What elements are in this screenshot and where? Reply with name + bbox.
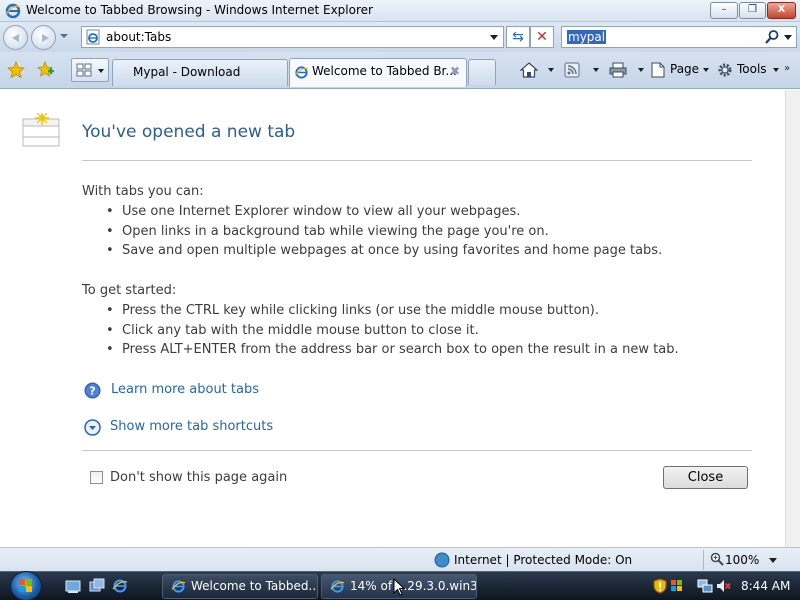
title-bar: Welcome to Tabbed Browsing - Windows Int… — [0, 0, 800, 22]
security-shield-icon[interactable] — [652, 578, 668, 594]
refresh-button[interactable]: ⇆ — [506, 26, 530, 48]
ie-icon — [171, 580, 186, 593]
taskbar-button-label: Welcome to Tabbed... — [191, 579, 318, 593]
minimize-button[interactable]: – — [710, 2, 738, 19]
status-bar: Internet | Protected Mode: On 100% — [0, 547, 800, 571]
address-dropdown-icon[interactable] — [490, 35, 498, 40]
print-icon[interactable] — [609, 62, 627, 78]
zoom-level[interactable]: 100% — [725, 553, 759, 567]
print-dropdown-icon[interactable] — [638, 68, 644, 72]
forward-button[interactable] — [31, 25, 56, 50]
windows-logo-icon — [19, 579, 32, 592]
globe-icon — [434, 552, 450, 568]
mouse-cursor-icon — [393, 578, 405, 596]
ie-logo-icon — [5, 3, 21, 19]
tab-list-dropdown-icon[interactable] — [98, 69, 104, 73]
feeds-icon[interactable] — [564, 62, 580, 78]
close-tab-icon[interactable]: ✖ — [450, 59, 460, 84]
favorites-star-icon[interactable] — [7, 61, 25, 79]
heading-divider — [82, 160, 752, 161]
ie-icon — [330, 580, 345, 593]
getting-started-list: Press the CTRL key while clicking links … — [106, 301, 679, 360]
tools-dropdown-icon[interactable] — [773, 68, 779, 72]
footer-divider — [82, 450, 752, 451]
vertical-scrollbar[interactable] — [785, 90, 800, 547]
tabs-features-list: Use one Internet Explorer window to view… — [106, 202, 662, 261]
more-commands-icon[interactable]: » — [784, 63, 790, 74]
getting-started-title: To get started: — [82, 283, 177, 298]
new-tab-icon — [22, 113, 60, 147]
network-icon[interactable] — [697, 578, 713, 594]
internet-explorer-icon[interactable] — [112, 578, 128, 594]
tab-bar: Mypal - Download Welcome to Tabbed Br...… — [0, 52, 800, 89]
page-dropdown-icon[interactable] — [703, 68, 709, 72]
tools-menu[interactable]: Tools — [737, 62, 767, 76]
search-icon[interactable] — [764, 29, 780, 45]
volume-muted-icon[interactable] — [715, 578, 731, 594]
close-window-button[interactable]: X — [767, 2, 796, 19]
search-options-dropdown-icon[interactable] — [784, 35, 792, 40]
tab-mypal-download[interactable]: Mypal - Download — [112, 59, 288, 86]
windows-security-icon[interactable] — [669, 578, 685, 594]
dont-show-checkbox[interactable] — [90, 471, 103, 484]
switch-windows-icon[interactable] — [89, 578, 105, 594]
quick-tabs-button[interactable] — [71, 58, 109, 82]
address-bar[interactable]: about:Tabs — [81, 26, 504, 48]
zoom-dropdown-icon[interactable] — [769, 558, 777, 563]
window-title: Welcome to Tabbed Browsing - Windows Int… — [26, 3, 373, 17]
ie-page-icon — [294, 66, 309, 79]
stop-button[interactable]: ✕ — [530, 26, 554, 48]
back-button[interactable] — [3, 25, 28, 50]
page-content: You've opened a new tab With tabs you ca… — [0, 90, 785, 547]
list-item: Click any tab with the middle mouse butt… — [106, 321, 679, 341]
recent-pages-dropdown[interactable] — [60, 34, 68, 38]
page-heading: You've opened a new tab — [82, 122, 296, 142]
page-menu[interactable]: Page — [670, 62, 699, 76]
address-input[interactable]: about:Tabs — [106, 30, 171, 44]
show-shortcuts-link[interactable]: Show more tab shortcuts — [110, 419, 273, 434]
feeds-dropdown-icon[interactable] — [593, 68, 599, 72]
tabs-features-title: With tabs you can: — [82, 184, 204, 199]
expand-chevron-icon[interactable] — [84, 419, 101, 436]
security-zone-text[interactable]: Internet | Protected Mode: On — [454, 553, 632, 567]
add-favorite-icon[interactable] — [37, 61, 55, 79]
list-item: Press the CTRL key while clicking links … — [106, 301, 679, 321]
navigation-bar: about:Tabs ⇆ ✕ mypal — [0, 22, 800, 52]
taskbar-ie-window[interactable]: Welcome to Tabbed... — [162, 574, 318, 599]
system-clock[interactable]: 8:44 AM — [741, 579, 790, 593]
show-desktop-icon[interactable] — [65, 578, 81, 594]
close-button[interactable]: Close — [663, 466, 748, 489]
svg-text:?: ? — [89, 385, 95, 398]
taskbar-button-label: 14% of ...29.3.0.win3... — [350, 579, 477, 593]
list-item: Press ALT+ENTER from the address bar or … — [106, 340, 679, 360]
page-icon — [86, 29, 100, 45]
tab-label: Welcome to Tabbed Br... — [312, 64, 457, 78]
start-button[interactable] — [10, 571, 42, 600]
gear-icon[interactable] — [717, 62, 733, 78]
status-divider — [703, 550, 704, 570]
search-box[interactable]: mypal — [561, 26, 797, 48]
quick-tabs-icon — [76, 63, 92, 77]
list-item: Open links in a background tab while vie… — [106, 222, 662, 242]
list-item: Use one Internet Explorer window to view… — [106, 202, 662, 222]
zoom-icon[interactable] — [710, 552, 724, 566]
tab-welcome-tabbed-browsing[interactable]: Welcome to Tabbed Br... ✖ — [289, 58, 467, 87]
help-icon[interactable]: ? — [84, 382, 101, 399]
home-dropdown-icon[interactable] — [548, 68, 554, 72]
tab-label: Mypal - Download — [133, 65, 241, 79]
list-item: Save and open multiple webpages at once … — [106, 241, 662, 261]
page-menu-icon[interactable] — [651, 62, 665, 78]
maximize-button[interactable]: ❐ — [739, 2, 766, 19]
home-icon[interactable] — [520, 61, 538, 79]
learn-more-link[interactable]: Learn more about tabs — [111, 382, 259, 397]
new-tab-button[interactable] — [468, 59, 496, 85]
search-input[interactable]: mypal — [567, 30, 607, 44]
dont-show-label[interactable]: Don't show this page again — [110, 470, 287, 485]
